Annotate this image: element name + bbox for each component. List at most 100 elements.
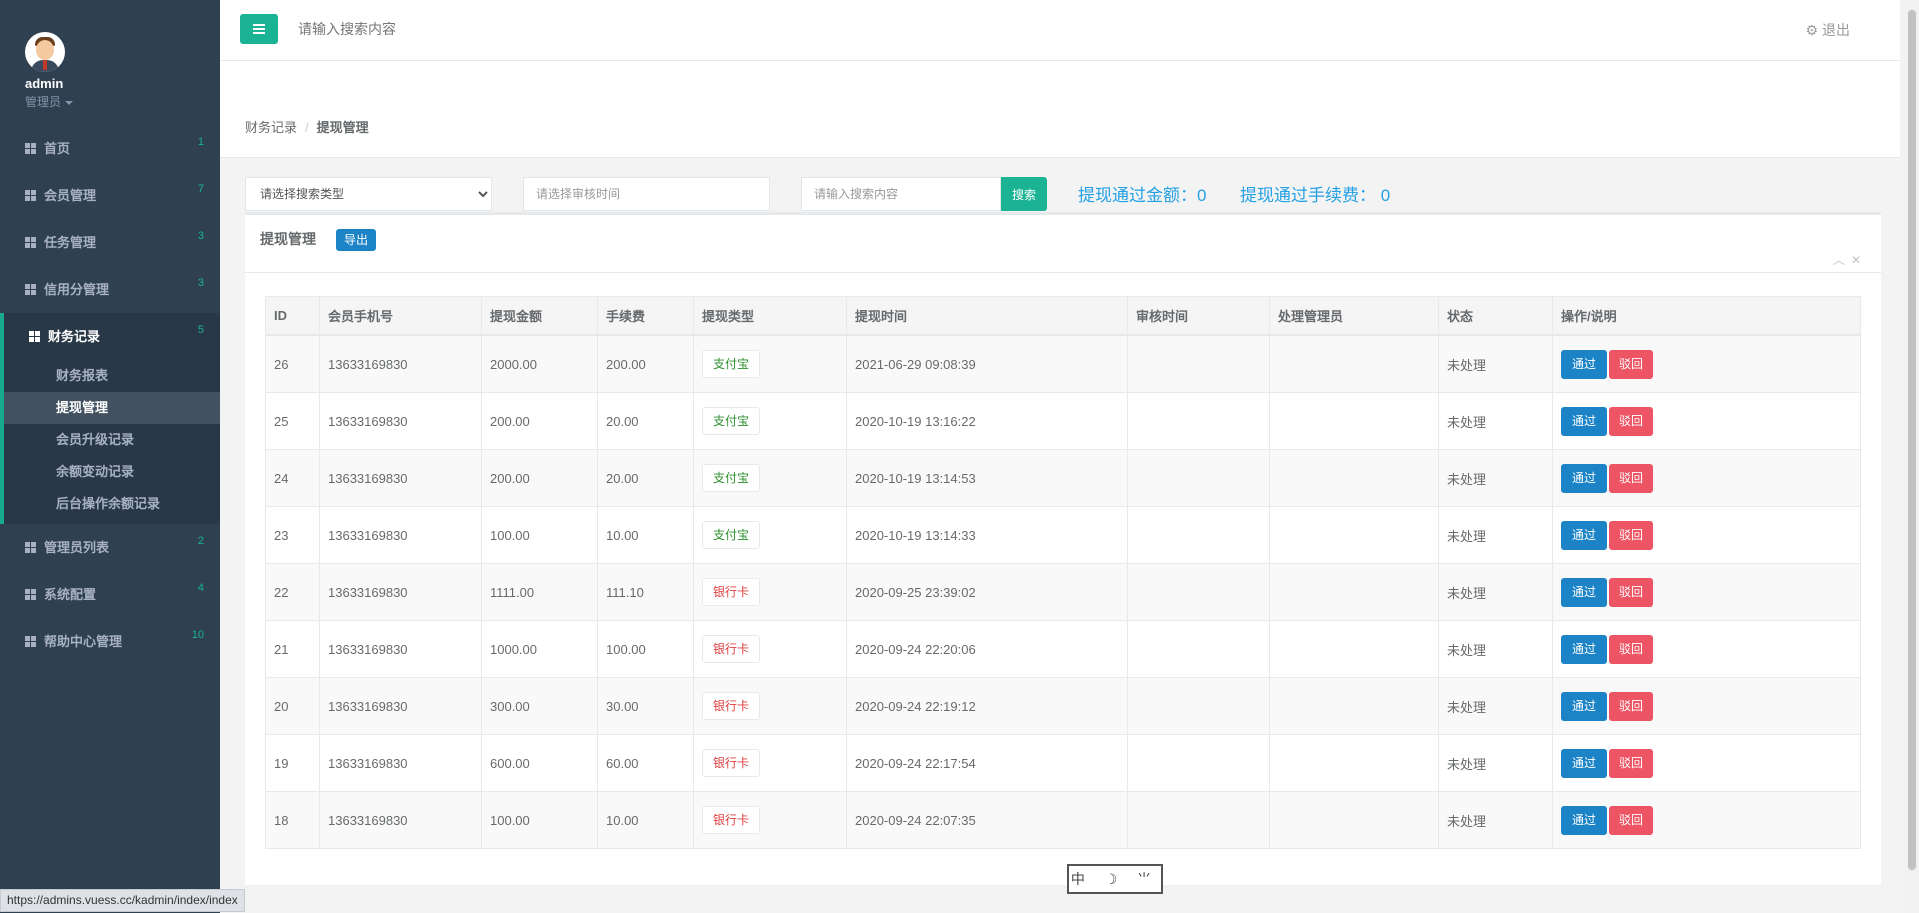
avatar[interactable] — [25, 32, 65, 72]
cell-status: 未处理 — [1438, 734, 1553, 792]
search-button[interactable]: 搜索 — [1001, 177, 1047, 211]
sidebar-item-finance[interactable]: 财务记录 5 — [4, 313, 220, 360]
export-button[interactable]: 导出 — [336, 229, 377, 251]
cell-fee: 30.00 — [597, 677, 694, 735]
logout-link[interactable]: ⚙ 退出 — [1806, 20, 1850, 40]
chevron-up-icon[interactable]: ︿ — [1833, 253, 1845, 267]
reject-button[interactable]: 驳回 — [1609, 691, 1654, 721]
sidebar-item-credit[interactable]: 信用分管理 3 — [0, 266, 220, 313]
table-row: 19 13633169830 600.00 60.00 银行卡 2020-09-24 22… — [265, 734, 1861, 792]
reject-button[interactable]: 驳回 — [1609, 634, 1654, 664]
approve-button[interactable]: 通过 — [1561, 748, 1608, 778]
cell-status: 未处理 — [1438, 677, 1553, 735]
sidebar-item-config[interactable]: 系统配置 4 — [0, 571, 220, 618]
cell-status: 未处理 — [1438, 620, 1553, 678]
cell-amount: 100.00 — [481, 506, 598, 564]
breadcrumb-current: 提现管理 — [316, 120, 369, 135]
cell-admin — [1269, 449, 1439, 507]
cell-amount: 1000.00 — [481, 620, 598, 678]
approve-button[interactable]: 通过 — [1561, 406, 1608, 436]
cell-phone: 13633169830 — [319, 449, 482, 507]
breadcrumb-separator: / — [305, 120, 309, 135]
sidebar-item-tasks[interactable]: 任务管理 3 — [0, 219, 220, 266]
withdraw-type-tag: 银行卡 — [702, 692, 761, 720]
grid-icon — [25, 589, 36, 600]
vertical-scrollbar[interactable] — [1905, 0, 1919, 913]
cell-phone: 13633169830 — [319, 677, 482, 735]
withdraw-table: ID 会员手机号 提现金额 手续费 提现类型 提现时间 审核时间 处理管理员 状… — [265, 296, 1861, 849]
withdraw-type-tag: 支付宝 — [702, 521, 761, 549]
sidebar-item-home[interactable]: 首页 1 — [0, 125, 220, 172]
sidebar-toggle-button[interactable] — [240, 14, 278, 44]
cell-id: 20 — [265, 677, 320, 735]
cell-id: 22 — [265, 563, 320, 621]
grid-icon — [25, 143, 36, 154]
cell-audit-time — [1127, 334, 1270, 393]
cell-time: 2020-09-24 22:20:06 — [846, 620, 1128, 678]
reject-button[interactable]: 驳回 — [1609, 406, 1654, 436]
sidebar-item-label: 管理员列表 — [44, 540, 110, 555]
cell-amount: 200.00 — [481, 392, 598, 450]
cell-id: 23 — [265, 506, 320, 564]
audit-time-input[interactable] — [523, 177, 770, 211]
sidebar-item-badge: 2 — [197, 535, 204, 547]
search-content-input[interactable] — [801, 177, 1001, 211]
sidebar-item-admins[interactable]: 管理员列表 2 — [0, 524, 220, 571]
cell-fee: 20.00 — [597, 392, 694, 450]
approve-button[interactable]: 通过 — [1561, 634, 1608, 664]
cell-phone: 13633169830 — [319, 506, 482, 564]
reject-button[interactable]: 驳回 — [1609, 349, 1654, 379]
sidebar-group-admins: 管理员列表 2 — [0, 524, 220, 571]
scrollbar-thumb[interactable] — [1908, 10, 1916, 870]
approve-button[interactable]: 通过 — [1561, 349, 1608, 379]
search-type-select[interactable]: 请选择搜索类型 — [245, 177, 492, 211]
approve-button[interactable]: 通过 — [1561, 520, 1608, 550]
sidebar-group-tasks: 任务管理 3 — [0, 219, 220, 266]
topbar: ⚙ 退出 — [220, 0, 1900, 61]
sidebar-subitem-finance-report[interactable]: 财务报表 — [4, 360, 220, 392]
approve-button[interactable]: 通过 — [1561, 805, 1608, 835]
status-bar-url: https://admins.vuess.cc/kadmin/index/ind… — [0, 889, 245, 912]
reject-button[interactable]: 驳回 — [1609, 748, 1654, 778]
breadcrumb-parent[interactable]: 财务记录 — [245, 120, 297, 135]
cell-time: 2020-09-24 22:17:54 — [846, 734, 1128, 792]
breadcrumb: 财务记录 / 提现管理 — [245, 117, 369, 136]
top-search-input[interactable] — [296, 20, 600, 38]
cell-status: 未处理 — [1438, 563, 1553, 621]
sidebar-item-badge: 4 — [197, 582, 204, 594]
finance-submenu: 财务报表 提现管理 会员升级记录 余额变动记录 后台操作余额记录 — [4, 360, 220, 524]
reject-button[interactable]: 驳回 — [1609, 805, 1654, 835]
reject-button[interactable]: 驳回 — [1609, 520, 1654, 550]
reject-button[interactable]: 驳回 — [1609, 577, 1654, 607]
cell-audit-time — [1127, 449, 1270, 507]
cell-phone: 13633169830 — [319, 563, 482, 621]
cell-status: 未处理 — [1438, 506, 1553, 564]
approve-button[interactable]: 通过 — [1561, 463, 1608, 493]
approve-button[interactable]: 通过 — [1561, 577, 1608, 607]
cell-actions: 通过 驳回 — [1552, 563, 1861, 621]
sidebar-subitem-admin-balance-log[interactable]: 后台操作余额记录 — [4, 488, 220, 520]
col-phone: 会员手机号 — [319, 296, 482, 336]
profile-username: admin — [25, 76, 64, 91]
grid-icon — [25, 284, 36, 295]
approve-button[interactable]: 通过 — [1561, 691, 1608, 721]
sidebar-subitem-upgrade-log[interactable]: 会员升级记录 — [4, 424, 220, 456]
cell-id: 24 — [265, 449, 320, 507]
reject-button[interactable]: 驳回 — [1609, 463, 1654, 493]
sidebar-group-config: 系统配置 4 — [0, 571, 220, 618]
sidebar-subitem-balance-log[interactable]: 余额变动记录 — [4, 456, 220, 488]
sidebar-subitem-withdraw[interactable]: 提现管理 — [4, 392, 220, 424]
cell-time: 2020-10-19 13:16:22 — [846, 392, 1128, 450]
ime-toolbar[interactable]: 中 ☽ ⺌ — [1067, 864, 1163, 894]
cell-phone: 13633169830 — [319, 791, 482, 849]
cell-amount: 100.00 — [481, 791, 598, 849]
cell-time: 2020-09-25 23:39:02 — [846, 563, 1128, 621]
close-icon[interactable]: ✕ — [1851, 253, 1861, 267]
sidebar-item-label: 首页 — [44, 141, 71, 156]
withdraw-panel: 提现管理 导出 ︿ ✕ ID 会员手机号 提现金额 手续费 提现类型 提现时间 审… — [245, 212, 1881, 885]
sidebar-item-members[interactable]: 会员管理 7 — [0, 172, 220, 219]
cell-actions: 通过 驳回 — [1552, 506, 1861, 564]
sidebar-item-help[interactable]: 帮助中心管理 10 — [0, 618, 220, 665]
grid-icon — [25, 542, 36, 553]
profile-role-dropdown[interactable]: 管理员 — [25, 93, 220, 110]
